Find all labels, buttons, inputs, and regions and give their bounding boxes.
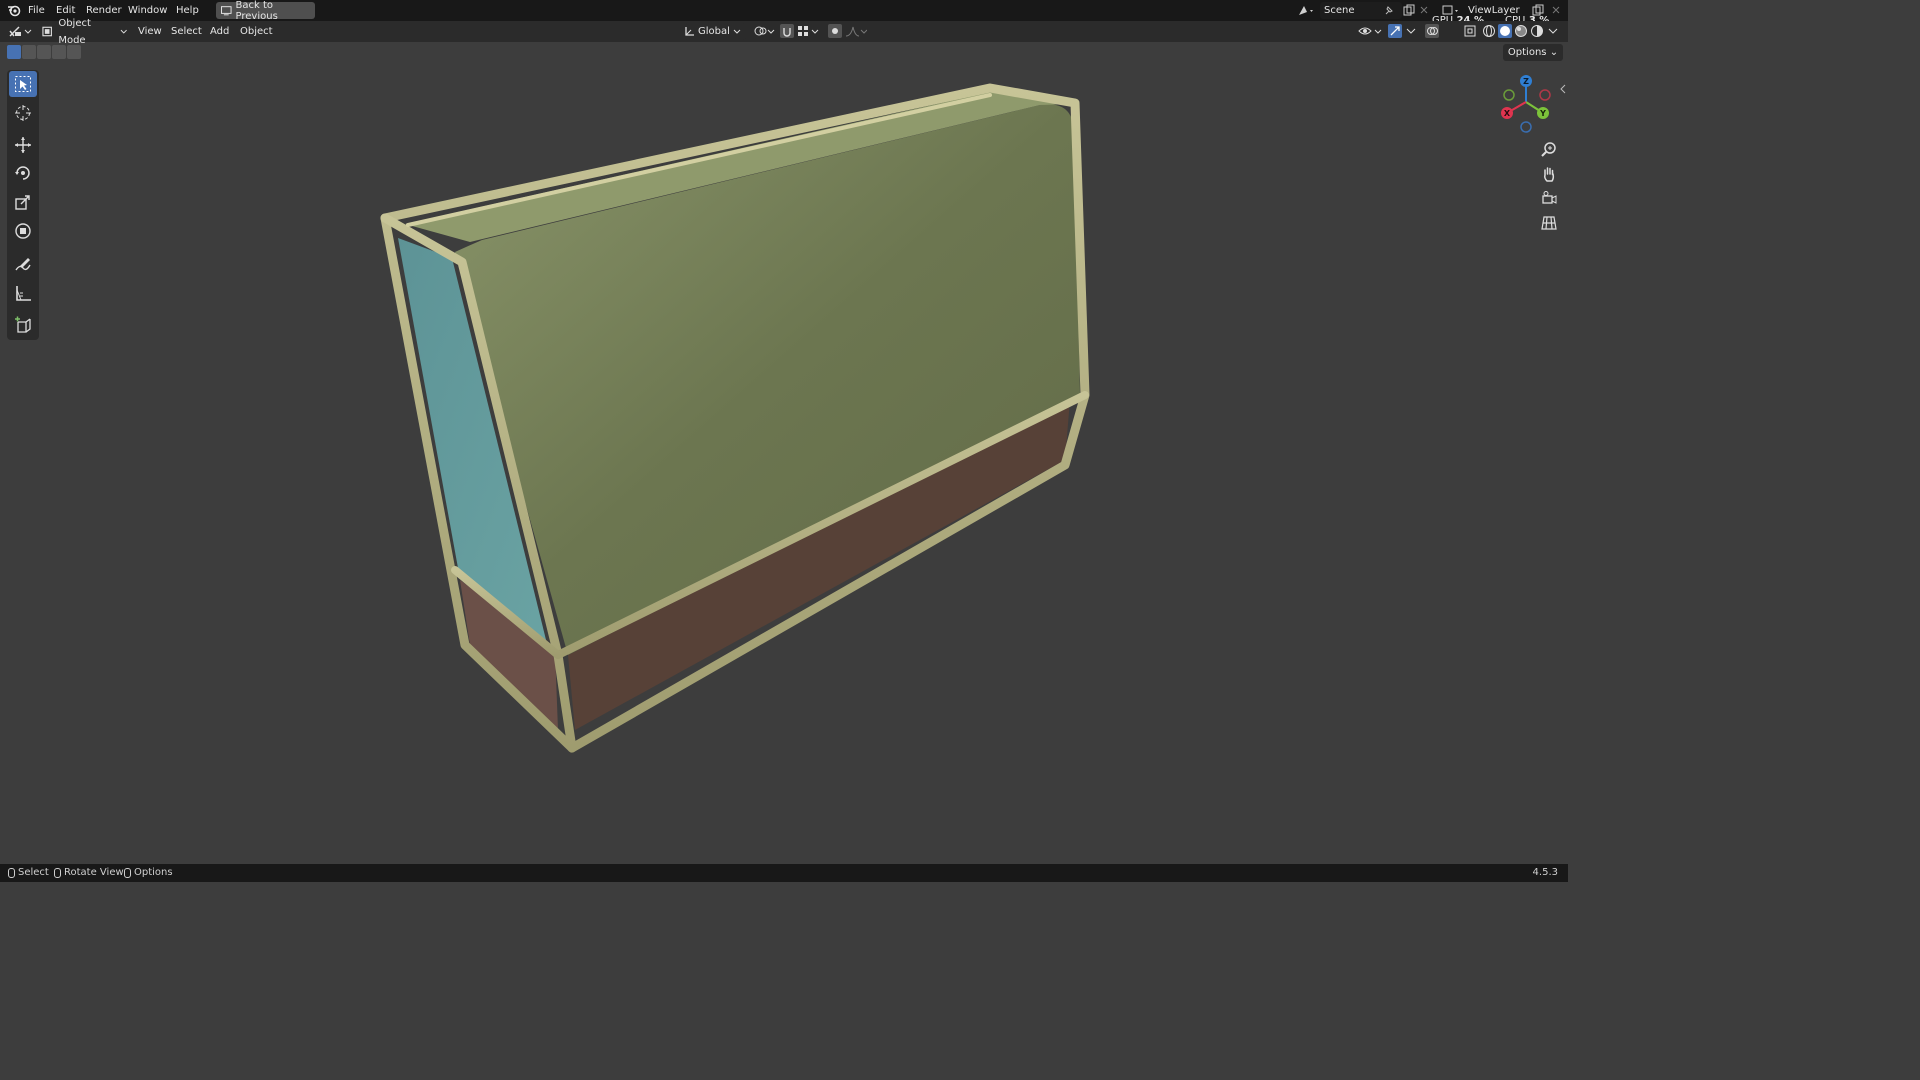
rotate-icon xyxy=(15,166,30,180)
editor-type-icon[interactable] xyxy=(8,25,32,38)
close-scene-icon[interactable] xyxy=(1420,6,1428,14)
transform-icon xyxy=(15,223,31,239)
status-select-hint: Select xyxy=(8,867,49,879)
select-box-tool[interactable] xyxy=(9,71,37,97)
version-label: 4.5.3 xyxy=(1532,867,1558,878)
header-menu-view[interactable]: View xyxy=(138,24,162,39)
cursor-tool[interactable] xyxy=(9,100,37,126)
pan-view-button[interactable] xyxy=(1538,163,1560,185)
chevron-down-icon: ⌄ xyxy=(1549,47,1559,58)
navigation-gizmo[interactable]: Z Y X xyxy=(1496,72,1556,134)
select-extend-icon[interactable] xyxy=(22,45,36,59)
gizmo-z-label: Z xyxy=(1523,77,1529,86)
status-options-label: Options xyxy=(134,867,173,878)
overlays-icon[interactable] xyxy=(1425,24,1439,38)
visibility-icon[interactable] xyxy=(1358,25,1384,38)
orientation-icon xyxy=(685,27,694,36)
select-subtract-icon[interactable] xyxy=(37,45,51,59)
collapse-sidebar-icon[interactable] xyxy=(1559,84,1567,94)
blender-logo-icon[interactable] xyxy=(7,4,21,17)
pivot-point-icon[interactable] xyxy=(753,25,775,38)
proportional-edit-icon[interactable] xyxy=(828,24,842,38)
falloff-icon[interactable] xyxy=(845,25,867,38)
shading-dropdown-icon[interactable] xyxy=(1548,28,1558,34)
pin-icon[interactable] xyxy=(1384,5,1394,16)
transform-tool[interactable] xyxy=(9,218,37,244)
selection-mode-buttons xyxy=(7,45,81,61)
add-cube-icon xyxy=(15,316,31,333)
header-menu-add[interactable]: Add xyxy=(210,24,229,39)
object-mode-icon xyxy=(42,26,52,37)
move-icon xyxy=(15,137,31,153)
gizmo-dropdown-icon[interactable] xyxy=(1406,28,1416,34)
measure-tool[interactable] xyxy=(9,280,37,306)
status-bar: Select Rotate View Options 4.5.3 xyxy=(0,864,1568,882)
shading-rendered-icon[interactable] xyxy=(1530,24,1544,38)
shading-wireframe-icon[interactable] xyxy=(1482,24,1496,38)
snap-icon[interactable] xyxy=(780,24,794,38)
gizmo-neg-z-icon[interactable] xyxy=(1520,121,1532,133)
back-label: Back to Previous xyxy=(235,0,278,22)
shading-solid-icon[interactable] xyxy=(1498,24,1512,38)
mouse-left-icon xyxy=(8,868,15,878)
scale-icon xyxy=(15,195,30,210)
perspective-toggle-button[interactable] xyxy=(1538,212,1560,234)
annotate-tool[interactable] xyxy=(9,251,37,277)
header-menu-object[interactable]: Object xyxy=(240,24,273,39)
mouse-middle-icon xyxy=(54,868,61,878)
scene-name: Scene xyxy=(1324,5,1355,16)
xray-icon[interactable] xyxy=(1463,24,1477,38)
top-menu-bar: File Edit Render Window Help Back to Pre… xyxy=(0,0,1568,22)
mode-dropdown[interactable]: Object Mode xyxy=(40,18,128,46)
screen-back-icon xyxy=(221,5,232,15)
select-box-icon xyxy=(15,76,31,92)
chevron-down-icon xyxy=(733,29,741,34)
menu-file[interactable]: File xyxy=(25,3,48,18)
gizmo-neg-y-icon[interactable] xyxy=(1503,89,1515,101)
gizmo-x-label: X xyxy=(1504,109,1511,118)
shading-material-icon[interactable] xyxy=(1514,24,1528,38)
scene-icon[interactable] xyxy=(1297,4,1315,17)
status-rotate-hint: Rotate View xyxy=(54,867,124,879)
snap-target-icon[interactable] xyxy=(797,25,821,38)
mode-label: Object Mode xyxy=(58,17,91,46)
menu-help[interactable]: Help xyxy=(173,3,202,18)
move-tool[interactable] xyxy=(9,132,37,158)
status-options-hint: Options xyxy=(124,867,173,879)
zoom-icon xyxy=(1541,142,1556,157)
status-rotate-label: Rotate View xyxy=(64,867,124,878)
scale-tool[interactable] xyxy=(9,189,37,215)
gizmo-toggle-icon[interactable] xyxy=(1388,24,1402,38)
grid-perspective-icon xyxy=(1541,216,1557,230)
add-cube-tool[interactable] xyxy=(9,312,37,338)
measure-icon xyxy=(16,286,31,301)
camera-icon xyxy=(1542,191,1557,204)
options-label: Options xyxy=(1507,47,1547,58)
close-view-layer-icon[interactable] xyxy=(1552,6,1560,14)
gizmo-neg-x-icon[interactable] xyxy=(1539,89,1551,101)
orientation-label: Global xyxy=(698,26,730,37)
hand-icon xyxy=(1544,167,1555,182)
viewport-options-button[interactable]: Options ⌄ xyxy=(1503,44,1563,61)
back-to-previous-button[interactable]: Back to Previous xyxy=(216,0,315,22)
new-scene-icon[interactable] xyxy=(1403,4,1415,16)
viewport-3d[interactable] xyxy=(0,0,1568,882)
menu-window[interactable]: Window xyxy=(125,3,170,18)
tool-shelf xyxy=(7,70,39,340)
zoom-view-button[interactable] xyxy=(1538,138,1560,160)
status-select-label: Select xyxy=(18,867,49,878)
select-new-icon[interactable] xyxy=(7,45,21,59)
chevron-down-icon xyxy=(121,29,128,34)
gizmo-y-label: Y xyxy=(1539,109,1546,118)
cursor-icon xyxy=(15,105,31,121)
select-invert-icon[interactable] xyxy=(52,45,66,59)
orientation-dropdown[interactable]: Global xyxy=(684,23,746,40)
header-menu-select[interactable]: Select xyxy=(171,24,202,39)
rotate-tool[interactable] xyxy=(9,160,37,186)
select-intersect-icon[interactable] xyxy=(67,45,81,59)
mouse-right-icon xyxy=(124,868,131,878)
camera-view-button[interactable] xyxy=(1538,187,1560,209)
annotate-icon xyxy=(15,258,31,271)
